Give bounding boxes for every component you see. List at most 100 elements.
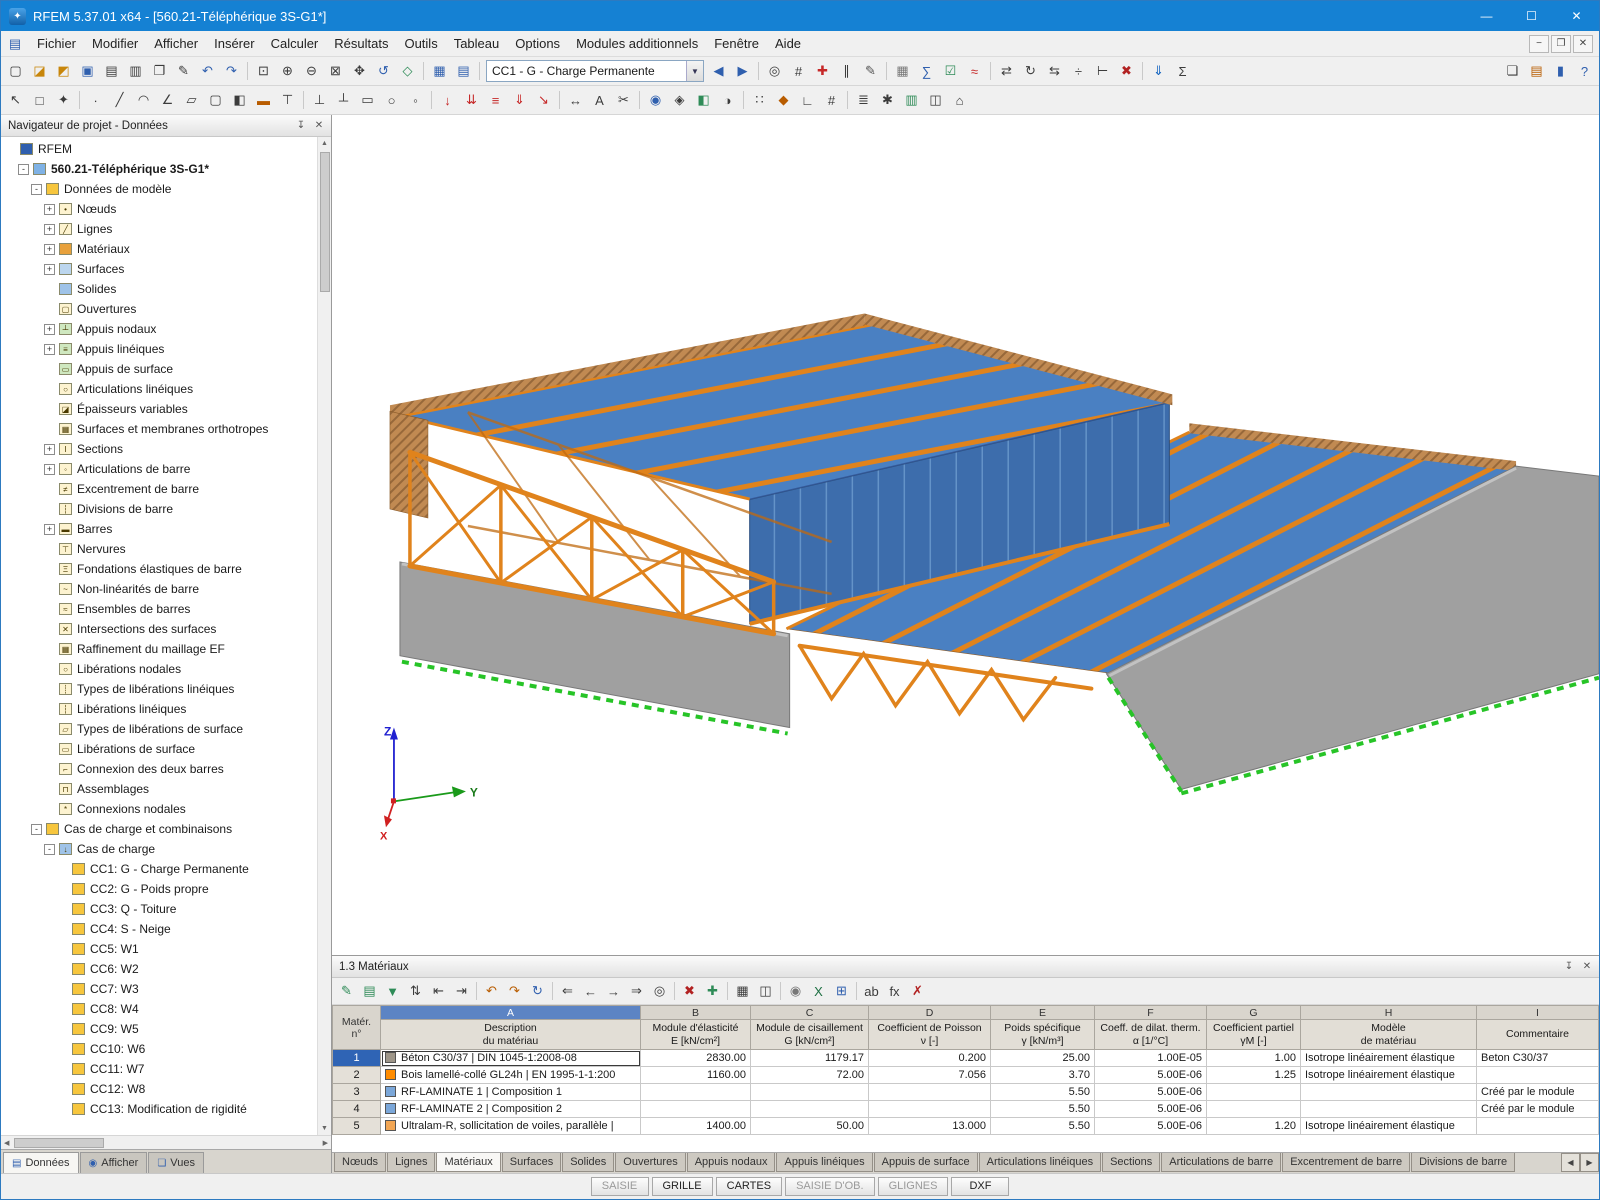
- tabs-scroll-left-button[interactable]: ◀: [1561, 1153, 1580, 1172]
- table-tab-appuis-lineiques[interactable]: Appuis linéiques: [776, 1153, 872, 1172]
- separator[interactable]: [883, 60, 890, 83]
- column-header[interactable]: C: [751, 1006, 869, 1020]
- nodal-support-button[interactable]: ⊥: [308, 89, 331, 112]
- mdi-close-button[interactable]: ✕: [1573, 35, 1593, 53]
- menu-afficher[interactable]: Afficher: [146, 33, 206, 54]
- cell-description[interactable]: RF-LAMINATE 2 | Composition 2: [381, 1101, 641, 1118]
- tree-item[interactable]: ▦ Raffinement du maillage EF: [1, 639, 317, 659]
- clear-button[interactable]: ✗: [906, 980, 929, 1003]
- cell-material-model[interactable]: [1301, 1101, 1477, 1118]
- table-row[interactable]: 2 Bois lamellé-collé GL24h | EN 1995-1-1…: [333, 1067, 1599, 1084]
- tree-item[interactable]: ○ Articulations linéiques: [1, 379, 317, 399]
- tree-item[interactable]: + ▬ Barres: [1, 519, 317, 539]
- cell-partial-factor[interactable]: 1.25: [1207, 1067, 1301, 1084]
- table-tab-solides[interactable]: Solides: [562, 1153, 614, 1172]
- cell-partial-factor[interactable]: 1.00: [1207, 1050, 1301, 1067]
- table-row[interactable]: 1 Béton C30/37 | DIN 1045-1:2008-08 2830…: [333, 1050, 1599, 1067]
- tree-item[interactable]: ◪ Épaisseurs variables: [1, 399, 317, 419]
- separator[interactable]: [853, 980, 860, 1003]
- menu-tableau[interactable]: Tableau: [446, 33, 508, 54]
- select-button[interactable]: ↖: [4, 89, 27, 112]
- color-scale-button[interactable]: ▥: [900, 89, 923, 112]
- surface-support-button[interactable]: ▭: [356, 89, 379, 112]
- tree-item[interactable]: Ξ Fondations élastiques de barre: [1, 559, 317, 579]
- row-number[interactable]: 4: [333, 1101, 381, 1118]
- mdi-restore-button[interactable]: ❐: [1551, 35, 1571, 53]
- chevron-down-icon[interactable]: ▼: [686, 61, 703, 81]
- tree-item[interactable]: ┆ Libérations linéiques: [1, 699, 317, 719]
- scroll-right-icon[interactable]: ▶: [320, 1139, 331, 1147]
- table-row[interactable]: 4 RF-LAMINATE 2 | Composition 2 5.50 5.0…: [333, 1101, 1599, 1118]
- column-header[interactable]: I: [1477, 1006, 1599, 1020]
- tree-expander[interactable]: +: [44, 464, 55, 475]
- tree-expander[interactable]: +: [44, 244, 55, 255]
- numbering-button[interactable]: #: [787, 60, 810, 83]
- results-button[interactable]: ≈: [963, 60, 986, 83]
- tree-item[interactable]: + ≡ Appuis linéiques: [1, 339, 317, 359]
- table-tab-lignes[interactable]: Lignes: [387, 1153, 435, 1172]
- display-settings-button[interactable]: ✱: [876, 89, 899, 112]
- check-button[interactable]: ☑: [939, 60, 962, 83]
- row-number[interactable]: 5: [333, 1118, 381, 1135]
- menu-outils[interactable]: Outils: [396, 33, 445, 54]
- connect-button[interactable]: ⊢: [1091, 60, 1114, 83]
- tree-horizontal-scrollbar[interactable]: ◀ ▶: [1, 1135, 331, 1149]
- visibility-button[interactable]: ◉: [644, 89, 667, 112]
- cell-description[interactable]: Bois lamellé-collé GL24h | EN 1995-1-1:2…: [381, 1067, 641, 1084]
- tree-expander[interactable]: +: [44, 444, 55, 455]
- column-header[interactable]: E: [991, 1006, 1095, 1020]
- cell-poisson[interactable]: 7.056: [869, 1067, 991, 1084]
- cell-comment[interactable]: Créé par le module: [1477, 1101, 1599, 1118]
- cell-g-modulus[interactable]: [751, 1084, 869, 1101]
- print-button[interactable]: ▤: [100, 60, 123, 83]
- table-row[interactable]: 5 Ultralam-R, sollicitation de voiles, p…: [333, 1118, 1599, 1135]
- table-tab-noeuds[interactable]: Nœuds: [334, 1153, 386, 1172]
- close-icon[interactable]: ✕: [1579, 959, 1595, 975]
- table-tab-articulations-barre[interactable]: Articulations de barre: [1161, 1153, 1281, 1172]
- cell-material-model[interactable]: [1301, 1084, 1477, 1101]
- tree-item[interactable]: ┆ Divisions de barre: [1, 499, 317, 519]
- rib-button[interactable]: ⊤: [276, 89, 299, 112]
- cell-specific-weight[interactable]: 5.50: [991, 1084, 1095, 1101]
- table-tab-appuis-nodaux[interactable]: Appuis nodaux: [687, 1153, 776, 1172]
- minimize-button[interactable]: —: [1464, 1, 1509, 31]
- tree-item[interactable]: ≈ Ensembles de barres: [1, 599, 317, 619]
- close-button[interactable]: ✕: [1554, 1, 1599, 31]
- panel-button[interactable]: ▮: [1549, 60, 1572, 83]
- cell-thermal-coeff[interactable]: 1.00E-05: [1095, 1050, 1207, 1067]
- menu-calculer[interactable]: Calculer: [263, 33, 327, 54]
- tree-expander[interactable]: -: [31, 824, 42, 835]
- tree-item[interactable]: ▭ Appuis de surface: [1, 359, 317, 379]
- table-tab-articulations-lineiques[interactable]: Articulations linéiques: [979, 1153, 1101, 1172]
- zoom-window-button[interactable]: ⊡: [252, 60, 275, 83]
- refresh-button[interactable]: ↻: [526, 980, 549, 1003]
- spell-check-button[interactable]: ab: [860, 980, 883, 1003]
- help-button[interactable]: ?: [1573, 60, 1596, 83]
- grille-toggle[interactable]: GRILLE: [652, 1177, 713, 1196]
- dimension-button[interactable]: ↔: [564, 89, 587, 112]
- find-button[interactable]: ◎: [648, 980, 671, 1003]
- tree-item[interactable]: ≠ Excentrement de barre: [1, 479, 317, 499]
- tree-expander[interactable]: -: [31, 184, 42, 195]
- menu-modules-additionnels[interactable]: Modules additionnels: [568, 33, 706, 54]
- section-cut-button[interactable]: ✂: [612, 89, 635, 112]
- line-support-button[interactable]: ┴: [332, 89, 355, 112]
- zoom-in-button[interactable]: ⊕: [276, 60, 299, 83]
- tree-item[interactable]: CC1: G - Charge Permanente: [1, 859, 317, 879]
- fx-button[interactable]: fx: [883, 980, 906, 1003]
- tab-afficher[interactable]: ◉ Afficher: [80, 1152, 148, 1173]
- tree-item[interactable]: + ╱ Lignes: [1, 219, 317, 239]
- separator[interactable]: [420, 60, 427, 83]
- surface-button[interactable]: ▱: [180, 89, 203, 112]
- cell-description[interactable]: Ultralam-R, sollicitation de voiles, par…: [381, 1118, 641, 1135]
- tree-item[interactable]: ⊤ Nervures: [1, 539, 317, 559]
- separator[interactable]: [428, 89, 435, 112]
- move-copy-button[interactable]: ⇄: [995, 60, 1018, 83]
- layers-button[interactable]: ≣: [852, 89, 875, 112]
- menu-fenetre[interactable]: Fenêtre: [706, 33, 767, 54]
- separator[interactable]: [556, 89, 563, 112]
- tree-expander[interactable]: +: [44, 524, 55, 535]
- tree-item[interactable]: ~ Non-linéarités de barre: [1, 579, 317, 599]
- cell-e-modulus[interactable]: 1400.00: [641, 1118, 751, 1135]
- split-view-button[interactable]: ◫: [754, 980, 777, 1003]
